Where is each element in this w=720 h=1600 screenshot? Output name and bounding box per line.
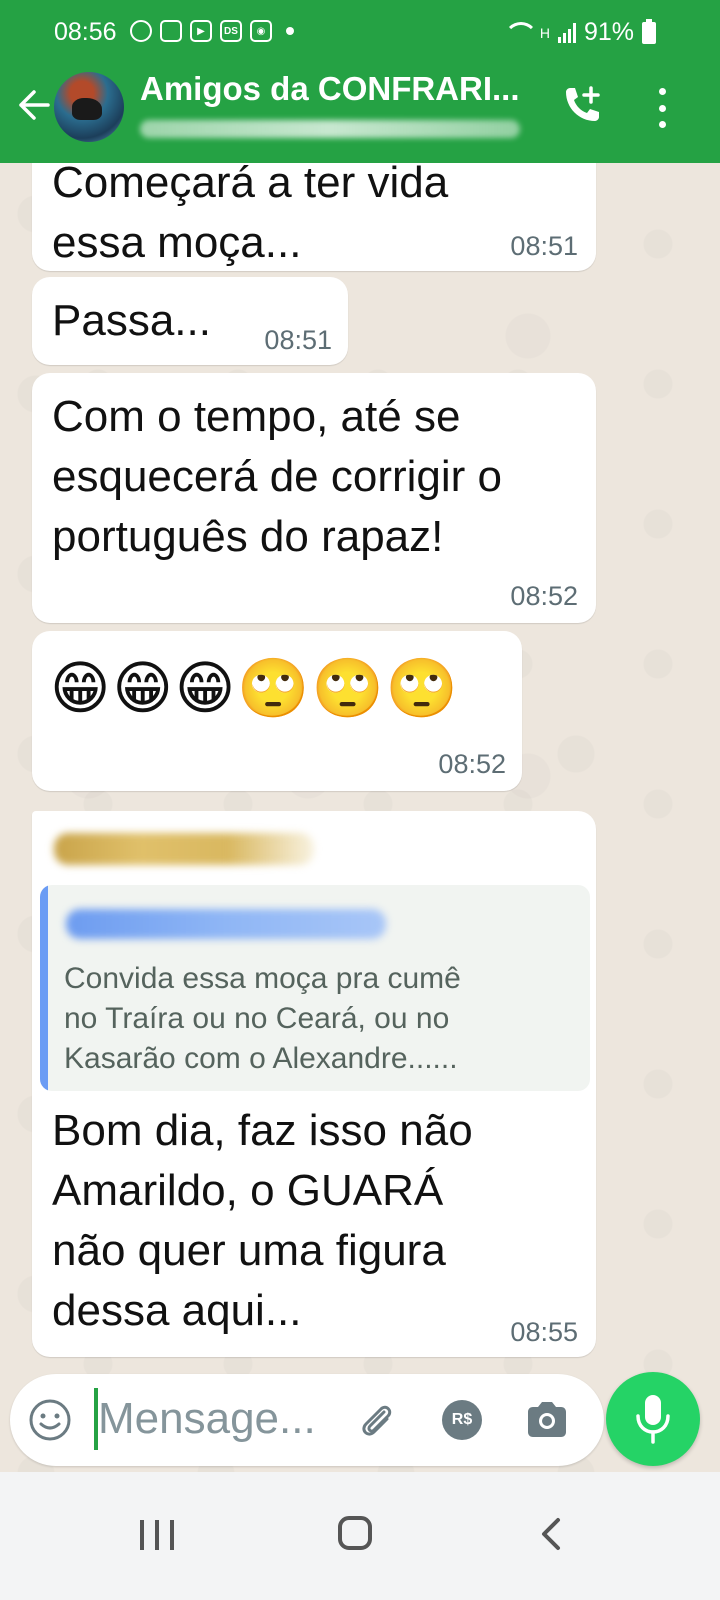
message-bubble[interactable]: Começará a ter vida essa moça... 08:51	[32, 163, 596, 271]
payment-icon[interactable]: R$	[442, 1400, 482, 1440]
quote-author-redacted	[66, 909, 386, 939]
more-options-icon[interactable]	[652, 88, 672, 128]
wifi-icon	[503, 21, 538, 44]
message-list[interactable]: Começará a ter vida essa moça... 08:51 P…	[0, 163, 720, 1373]
message-time: 08:52	[510, 581, 578, 611]
nav-back-icon[interactable]	[536, 1516, 566, 1552]
emoji-icon[interactable]	[28, 1398, 72, 1442]
microphone-icon	[636, 1395, 670, 1444]
chat-subtitle-redacted[interactable]	[140, 120, 520, 138]
recent-apps-icon[interactable]	[140, 1520, 174, 1550]
emoji-message: 😁😁😁🙄🙄🙄	[50, 654, 461, 722]
quoted-message[interactable]: Convida essa moça pra cumê no Traíra ou …	[40, 885, 590, 1091]
message-time: 08:55	[510, 1317, 578, 1347]
message-text: Passa...	[52, 296, 211, 345]
ds-icon: DS	[220, 20, 242, 42]
sender-name-redacted	[54, 833, 314, 865]
signal-icon	[557, 22, 576, 43]
message-input[interactable]	[98, 1388, 338, 1450]
message-text: Começará a ter vida essa moça...	[52, 163, 449, 267]
notification-icons: ▶ DS ◉	[130, 20, 294, 42]
system-nav-bar	[0, 1472, 720, 1600]
message-time: 08:51	[510, 231, 578, 261]
message-bubble[interactable]: Passa... 08:51	[32, 277, 348, 365]
battery-icon	[642, 18, 656, 44]
camera-app-icon: ◉	[250, 20, 272, 42]
youtube-icon: ▶	[190, 20, 212, 42]
network-type: H	[539, 24, 550, 41]
status-time: 08:56	[54, 18, 117, 46]
home-icon[interactable]	[338, 1516, 372, 1550]
message-composer: R$	[10, 1374, 604, 1466]
status-bar: 08:56 ▶ DS ◉ H 91%	[0, 14, 720, 54]
battery-percent: 91%	[583, 18, 634, 46]
quote-text: Convida essa moça pra cumê no Traíra ou …	[64, 962, 461, 1075]
quote-accent-bar	[40, 885, 48, 1091]
message-bubble[interactable]: 😁😁😁🙄🙄🙄 08:52	[32, 631, 522, 791]
whatsapp-icon	[130, 20, 152, 42]
message-text: Com o tempo, até se esquecerá de corrigi…	[52, 392, 503, 561]
message-bubble[interactable]: Com o tempo, até se esquecerá de corrigi…	[32, 373, 596, 623]
reply-message-bubble[interactable]: Convida essa moça pra cumê no Traíra ou …	[32, 811, 596, 1357]
message-text: Bom dia, faz isso não Amarildo, o GUARÁ …	[52, 1106, 473, 1335]
news-icon	[160, 20, 182, 42]
message-time: 08:52	[438, 749, 506, 779]
back-arrow-icon[interactable]	[16, 88, 50, 122]
voice-record-button[interactable]	[606, 1372, 700, 1466]
system-status: H 91%	[503, 18, 656, 47]
more-notifications-dot	[286, 27, 294, 35]
group-avatar[interactable]	[54, 72, 124, 142]
add-call-icon[interactable]	[560, 84, 604, 128]
message-time: 08:51	[264, 325, 332, 355]
camera-icon[interactable]	[524, 1398, 570, 1442]
attach-icon[interactable]	[354, 1398, 398, 1442]
chat-header: 08:56 ▶ DS ◉ H 91% Amigos da CONFRARI...	[0, 0, 720, 163]
chat-title[interactable]: Amigos da CONFRARI...	[140, 70, 530, 108]
